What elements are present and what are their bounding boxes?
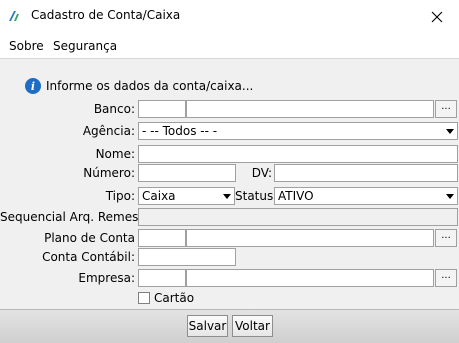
status-select[interactable]: ATIVO	[274, 187, 458, 205]
cartao-checkbox-box[interactable]	[138, 292, 150, 304]
menu-seguranca[interactable]: Segurança	[53, 39, 117, 53]
empresa-name-input[interactable]	[186, 269, 434, 287]
info-banner: i Informe os dados da conta/caixa...	[25, 78, 253, 94]
plano-conta-code-input[interactable]	[138, 229, 186, 247]
menu-sobre[interactable]: Sobre	[9, 39, 44, 53]
close-button[interactable]	[415, 0, 459, 33]
banco-name-input[interactable]	[186, 100, 434, 118]
tipo-label: Tipo:	[105, 189, 135, 203]
agencia-label: Agência:	[82, 124, 135, 138]
window-title: Cadastro de Conta/Caixa	[31, 8, 181, 22]
conta-contabil-label: Conta Contábil:	[42, 250, 135, 264]
close-icon	[431, 11, 443, 22]
cartao-checkbox[interactable]: Cartão	[138, 290, 194, 306]
numero-label: Número:	[83, 166, 135, 180]
info-message: Informe os dados da conta/caixa...	[46, 79, 254, 93]
tipo-selected-value: Caixa	[142, 189, 176, 203]
conta-contabil-input[interactable]	[138, 248, 236, 266]
sequencial-input	[138, 208, 458, 226]
info-icon: i	[25, 78, 41, 94]
empresa-code-input[interactable]	[138, 269, 186, 287]
chevron-down-icon	[446, 194, 454, 199]
plano-conta-label: Plano de Conta	[44, 231, 135, 245]
tipo-select[interactable]: Caixa	[138, 187, 235, 205]
nome-input[interactable]	[138, 145, 458, 163]
status-selected-value: ATIVO	[278, 189, 314, 203]
status-label: Status:	[235, 189, 278, 203]
chevron-down-icon	[446, 129, 454, 134]
plano-conta-name-input[interactable]	[186, 229, 434, 247]
title-bar: Cadastro de Conta/Caixa	[0, 0, 459, 33]
nome-label: Nome:	[95, 147, 135, 161]
banco-lookup-button[interactable]: ...	[435, 100, 457, 118]
chevron-down-icon	[223, 194, 231, 199]
salvar-button[interactable]: Salvar	[187, 315, 228, 337]
sequencial-label: Sequencial Arq. Remessa:	[0, 210, 156, 224]
menu-bar: Sobre Segurança	[0, 34, 459, 58]
button-bar	[0, 309, 459, 343]
app-logo-icon	[9, 11, 19, 21]
agencia-selected-value: - -- Todos -- -	[142, 124, 218, 138]
numero-input[interactable]	[138, 164, 236, 182]
agencia-select[interactable]: - -- Todos -- -	[138, 122, 458, 140]
empresa-lookup-button[interactable]: ...	[435, 269, 457, 287]
dv-input[interactable]	[274, 164, 458, 182]
dialog-window: Cadastro de Conta/Caixa Sobre Segurança …	[0, 0, 459, 343]
cartao-label: Cartão	[154, 291, 195, 305]
dv-label: DV:	[251, 166, 272, 180]
empresa-label: Empresa:	[78, 271, 135, 285]
banco-label: Banco:	[93, 102, 135, 116]
banco-code-input[interactable]	[138, 100, 186, 118]
voltar-button[interactable]: Voltar	[232, 315, 273, 337]
plano-conta-lookup-button[interactable]: ...	[435, 229, 457, 247]
